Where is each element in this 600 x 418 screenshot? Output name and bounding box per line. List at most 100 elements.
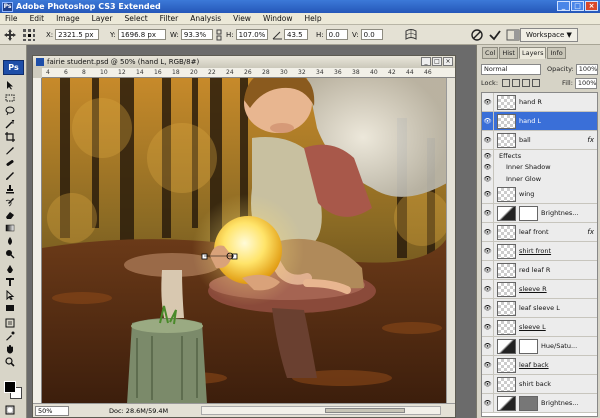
visibility-eye-icon[interactable]: 👁 [482,204,494,222]
layer-row[interactable]: 👁 ball fx [482,131,597,150]
menu-layer[interactable]: Layer [86,14,119,23]
layer-row[interactable]: 👁 leaf back [482,356,597,375]
visibility-eye-icon[interactable]: 👁 [482,112,494,130]
vertical-scrollbar[interactable] [446,78,455,404]
cancel-transform-icon[interactable] [470,28,484,42]
warp-mode-icon[interactable] [404,28,418,42]
layer-row[interactable]: 👁 leaf sleeve L [482,299,597,318]
dodge-tool-icon[interactable] [5,249,15,259]
visibility-eye-icon[interactable]: 👁 [482,150,494,161]
tab-color[interactable]: Col [482,47,499,59]
minimize-button[interactable]: _ [557,1,570,11]
visibility-eye-icon[interactable]: 👁 [482,280,494,298]
menu-view[interactable]: View [227,14,257,23]
menu-window[interactable]: Window [257,14,299,23]
tab-info[interactable]: Info [547,47,566,59]
menu-image[interactable]: Image [50,14,86,23]
layer-row[interactable]: 👁 wing [482,185,597,204]
layer-effect-row[interactable]: 👁 Inner Glow [482,172,597,185]
lock-all-icon[interactable] [532,79,541,87]
foreground-color-swatch[interactable] [4,381,16,393]
close-button[interactable]: × [585,1,598,11]
angle-input[interactable]: 43.5 [284,29,308,40]
workspace-menu[interactable]: Workspace ▼ [520,28,578,42]
path-selection-tool-icon[interactable] [5,290,15,300]
layer-row[interactable]: 👁 sleeve R [482,280,597,299]
lock-position-icon[interactable] [522,79,531,87]
lock-pixels-icon[interactable] [512,79,521,87]
layer-row[interactable]: 👁 hand R [482,93,597,112]
visibility-eye-icon[interactable]: 👁 [482,93,494,111]
clone-stamp-tool-icon[interactable] [5,184,15,194]
type-tool-icon[interactable] [5,277,15,287]
y-input[interactable]: 1696.8 px [117,29,166,40]
width-input[interactable]: 93.3% [180,29,213,40]
visibility-eye-icon[interactable]: 👁 [482,394,494,412]
reference-point-icon[interactable] [22,28,36,42]
healing-brush-tool-icon[interactable] [5,158,15,168]
layer-effects-icon[interactable]: fx [587,228,594,236]
visibility-eye-icon[interactable]: 👁 [482,375,494,393]
zoom-level-field[interactable]: 50% [35,405,69,416]
blur-tool-icon[interactable] [5,236,15,246]
horizontal-scrollbar[interactable] [201,406,441,415]
visibility-eye-icon[interactable]: 👁 [482,131,494,149]
menu-file[interactable]: File [0,14,24,23]
scrollbar-thumb[interactable] [325,408,405,413]
visibility-eye-icon[interactable]: 👁 [482,185,494,203]
slice-tool-icon[interactable] [5,145,15,155]
crop-tool-icon[interactable] [5,132,15,142]
layer-row[interactable]: 👁 Brightnes... [482,204,597,223]
doc-close-button[interactable]: × [443,57,453,66]
layer-effects-icon[interactable]: fx [587,136,594,144]
layer-effect-row[interactable]: 👁 Effects [482,150,597,161]
layer-row[interactable]: 👁 Hue/Satu... [482,337,597,356]
menu-edit[interactable]: Edit [24,14,51,23]
gradient-tool-icon[interactable] [5,223,15,233]
menu-analysis[interactable]: Analysis [184,14,227,23]
blend-mode-select[interactable]: Normal [481,63,541,75]
layer-row[interactable]: 👁 shirt front [482,242,597,261]
layer-row[interactable]: 👁 red leaf R [482,261,597,280]
visibility-eye-icon[interactable]: 👁 [482,161,494,172]
notes-tool-icon[interactable] [5,318,15,328]
visibility-eye-icon[interactable]: 👁 [482,172,494,185]
x-input[interactable]: 2321.5 px [55,29,100,40]
move-tool-icon[interactable] [3,28,17,42]
layer-effect-row[interactable]: 👁 Inner Shadow [482,161,597,172]
lasso-tool-icon[interactable] [5,106,15,116]
visibility-eye-icon[interactable]: 👁 [482,318,494,336]
h-skew-input[interactable]: 0.0 [325,29,348,40]
doc-minimize-button[interactable]: _ [421,57,431,66]
menu-select[interactable]: Select [119,14,154,23]
lock-transparency-icon[interactable] [502,79,511,87]
visibility-eye-icon[interactable]: 👁 [482,356,494,374]
shape-tool-icon[interactable] [5,303,15,313]
tab-histogram[interactable]: Hist [499,47,518,59]
fill-input[interactable]: 100% [574,77,597,89]
menu-filter[interactable]: Filter [154,14,185,23]
palette-dock-icon[interactable] [506,28,520,42]
layer-row[interactable]: 👁 leaf front fx [482,223,597,242]
layer-row[interactable]: 👁 sleeve L [482,318,597,337]
move-tool-icon[interactable] [5,80,15,90]
commit-transform-icon[interactable] [488,28,502,42]
menu-help[interactable]: Help [299,14,328,23]
magic-wand-tool-icon[interactable] [5,119,15,129]
brush-tool-icon[interactable] [5,171,15,181]
eraser-tool-icon[interactable] [5,210,15,220]
image-canvas[interactable] [42,78,447,404]
doc-maximize-button[interactable]: □ [432,57,442,66]
pen-tool-icon[interactable] [5,264,15,274]
layer-row[interactable]: 👁 shirt back [482,375,597,394]
zoom-tool-icon[interactable] [5,357,15,367]
eyedropper-tool-icon[interactable] [5,331,15,341]
quick-mask-icon[interactable] [5,405,15,415]
history-brush-tool-icon[interactable] [5,197,15,207]
maximize-button[interactable]: □ [571,1,584,11]
visibility-eye-icon[interactable]: 👁 [482,337,494,355]
layer-row-selected[interactable]: 👁 hand L [482,112,597,131]
layer-row[interactable]: 👁 Brightnes... [482,394,597,413]
link-icon[interactable] [214,29,224,41]
visibility-eye-icon[interactable]: 👁 [482,261,494,279]
